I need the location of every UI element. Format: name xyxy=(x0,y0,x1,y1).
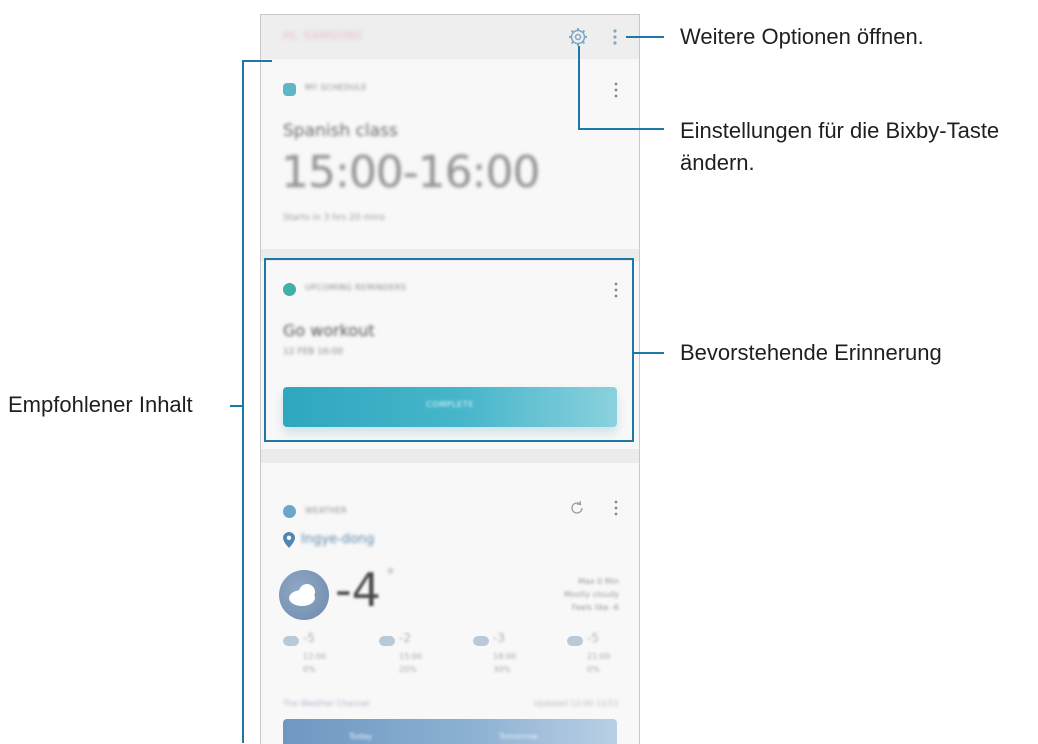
degree-symbol: ° xyxy=(387,567,394,583)
forecast-temp: -2 xyxy=(399,631,411,645)
callout-line-recommended xyxy=(230,405,242,407)
schedule-card[interactable]: MY SCHEDULE Spanish class 15:00-16:00 St… xyxy=(261,59,639,249)
schedule-event-time: 15:00-16:00 xyxy=(281,147,540,198)
weather-detail-line: Mostly cloudy xyxy=(564,590,619,599)
tab-today[interactable]: Today xyxy=(349,732,372,741)
schedule-event-title: Spanish class xyxy=(283,121,398,141)
cloud-icon xyxy=(283,636,299,646)
calendar-icon xyxy=(283,83,296,96)
upcoming-reminder-annotation: Bevorstehende Erinnerung xyxy=(680,340,942,365)
weather-updated: Updated 12:00 11/11 xyxy=(533,699,619,708)
cloud-icon xyxy=(473,636,489,646)
cloud-icon xyxy=(567,636,583,646)
recommended-content-annotation: Empfohlener Inhalt xyxy=(8,392,193,417)
cloudy-weather-icon xyxy=(279,570,329,620)
refresh-icon[interactable] xyxy=(568,499,586,517)
weather-day-tabs: Today Tomorrow xyxy=(283,719,617,744)
forecast-precip: 0% xyxy=(587,665,600,674)
forecast-time: 12:00 xyxy=(303,652,327,661)
more-options-annotation: Weitere Optionen öffnen. xyxy=(680,24,924,49)
current-temperature: -4 xyxy=(335,563,381,617)
forecast-time: 18:00 xyxy=(493,652,517,661)
gear-icon[interactable] xyxy=(568,27,588,47)
callout-line-reminder xyxy=(634,352,664,354)
forecast-item: -2 15:00 20% xyxy=(379,631,439,676)
bixby-settings-annotation-line1: Einstellungen für die Bixby-Taste xyxy=(680,118,1000,143)
forecast-time: 15:00 xyxy=(399,652,423,661)
callout-bracket-vertical xyxy=(242,60,244,743)
weather-provider: The Weather Channel xyxy=(283,699,370,708)
forecast-item: -5 21:00 0% xyxy=(567,631,627,676)
forecast-precip: 30% xyxy=(493,665,511,674)
schedule-card-header: MY SCHEDULE xyxy=(305,83,367,92)
callout-line-bixby-horizontal xyxy=(578,128,664,130)
forecast-time: 21:00 xyxy=(587,652,611,661)
forecast-temp: -5 xyxy=(587,631,599,645)
card-menu-icon[interactable] xyxy=(613,81,619,99)
more-options-icon[interactable] xyxy=(611,27,619,47)
forecast-temp: -5 xyxy=(303,631,315,645)
tab-tomorrow[interactable]: Tomorrow xyxy=(499,732,538,741)
callout-bracket-top xyxy=(242,60,272,62)
bixby-top-bar: HI, SAMSUNG xyxy=(261,15,639,59)
weather-details: Max 0 Min Mostly cloudy Feels like -6 xyxy=(564,575,619,614)
weather-detail-line: Feels like -6 xyxy=(571,603,619,612)
weather-card-header: WEATHER xyxy=(305,506,348,515)
weather-location: Ingye-dong xyxy=(301,532,375,547)
card-menu-icon[interactable] xyxy=(613,499,619,517)
weather-detail-line: Max 0 Min xyxy=(578,577,619,586)
location-pin-icon xyxy=(283,532,295,548)
callout-line-more-options xyxy=(626,36,664,38)
callout-line-bixby-vertical xyxy=(578,46,580,130)
forecast-item: -3 18:00 30% xyxy=(473,631,533,676)
forecast-precip: 0% xyxy=(303,665,316,674)
reminder-highlight-box xyxy=(264,258,634,442)
weather-card[interactable]: WEATHER Ingye-dong -4 ° Max 0 Min Mostly… xyxy=(261,463,639,744)
weather-icon xyxy=(283,505,296,518)
schedule-starts-in: Starts in 3 hrs 20 mins xyxy=(283,213,386,223)
forecast-item: -5 12:00 0% xyxy=(283,631,343,676)
greeting-title: HI, SAMSUNG xyxy=(283,29,363,42)
cloud-icon xyxy=(379,636,395,646)
forecast-precip: 20% xyxy=(399,665,417,674)
bixby-settings-annotation-line2: ändern. xyxy=(680,150,755,175)
forecast-temp: -3 xyxy=(493,631,505,645)
